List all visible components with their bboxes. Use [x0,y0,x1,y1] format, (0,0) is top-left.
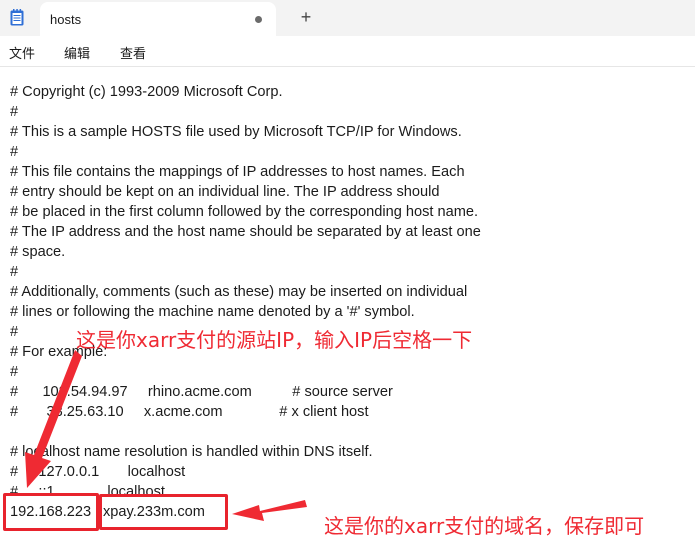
ip-annotation: 这是你xarr支付的源站IP，输入IP后空格一下 [76,328,473,352]
annotation-arrows [25,350,307,521]
arrow-to-ip-icon [25,350,82,488]
arrow-to-domain-icon [232,500,307,521]
domain-annotation: 这是你的xarr支付的域名，保存即可 [324,514,645,538]
